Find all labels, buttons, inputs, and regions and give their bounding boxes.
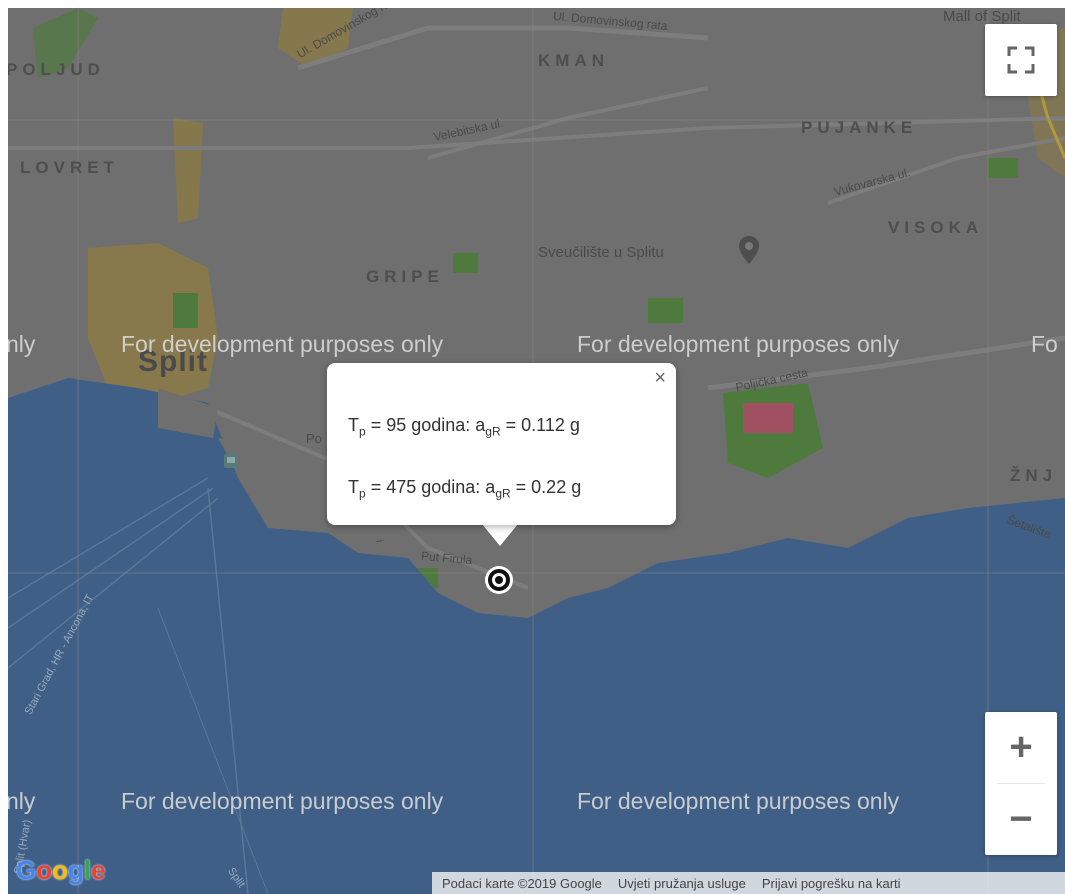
subscript-p: p bbox=[359, 424, 366, 439]
info-window: × Tp = 95 godina: agR = 0.112 g Tp = 475… bbox=[327, 363, 676, 525]
fullscreen-button[interactable] bbox=[985, 24, 1057, 96]
report-error-link[interactable]: Prijavi pogrešku na karti bbox=[762, 876, 901, 891]
close-icon[interactable]: × bbox=[654, 367, 666, 390]
popup-tail bbox=[482, 524, 518, 546]
district-label-poljud: POLJUD bbox=[8, 60, 105, 79]
street-label-partial-po: Po bbox=[306, 431, 322, 446]
poi-label-university: Sveučilište u Splitu bbox=[538, 244, 664, 261]
district-label-kman: KMAN bbox=[538, 51, 609, 70]
dev-watermark-partial-left: nly bbox=[8, 331, 36, 357]
return-period-line-95: Tp = 95 godina: agR = 0.112 g bbox=[348, 415, 580, 439]
dev-watermark: For development purposes only bbox=[577, 788, 900, 814]
district-label-gripe: GRIPE bbox=[366, 267, 444, 286]
fullscreen-icon bbox=[1007, 46, 1035, 74]
symbol-t: T bbox=[348, 477, 359, 497]
district-label-pujanke: PUJANKE bbox=[801, 118, 918, 137]
zoom-out-button[interactable]: − bbox=[985, 784, 1057, 855]
map-attribution-bar: Podaci karte ©2019 Google Uvjeti pružanj… bbox=[432, 872, 1065, 894]
poi-label-mall-of-split: Mall of Split bbox=[943, 8, 1021, 25]
dev-watermark: For development purposes only bbox=[577, 331, 900, 357]
transit-station-icon[interactable] bbox=[223, 453, 239, 469]
subscript-gr: gR bbox=[495, 486, 511, 501]
district-label-znj: ŽNJ bbox=[1010, 466, 1058, 485]
period-text: = 95 godina: a bbox=[365, 415, 486, 435]
location-marker-icon[interactable] bbox=[485, 566, 513, 594]
dev-watermark: For development purposes only bbox=[121, 331, 444, 357]
dev-watermark-partial-right: Fo bbox=[1031, 331, 1058, 357]
district-label-lovret: LOVRET bbox=[20, 158, 119, 177]
acceleration-value: = 0.22 g bbox=[510, 477, 582, 497]
return-period-line-475: Tp = 475 godina: agR = 0.22 g bbox=[348, 477, 581, 501]
map-data-credit: Podaci karte ©2019 Google bbox=[442, 875, 602, 891]
google-logo[interactable]: Google bbox=[16, 855, 106, 886]
district-label-visoka: VISOKA bbox=[888, 218, 984, 237]
subscript-p: p bbox=[359, 486, 366, 501]
dev-watermark-partial-left: nly bbox=[8, 788, 36, 814]
symbol-t: T bbox=[348, 415, 359, 435]
period-text: = 475 godina: a bbox=[365, 477, 496, 497]
subscript-gr: gR bbox=[485, 424, 501, 439]
terms-link[interactable]: Uvjeti pružanja usluge bbox=[618, 876, 746, 891]
dev-watermark: For development purposes only bbox=[121, 788, 444, 814]
place-pin-icon[interactable] bbox=[738, 236, 760, 264]
zoom-control: + − bbox=[985, 712, 1057, 855]
acceleration-value: = 0.112 g bbox=[500, 415, 580, 435]
zoom-in-button[interactable]: + bbox=[985, 712, 1057, 783]
